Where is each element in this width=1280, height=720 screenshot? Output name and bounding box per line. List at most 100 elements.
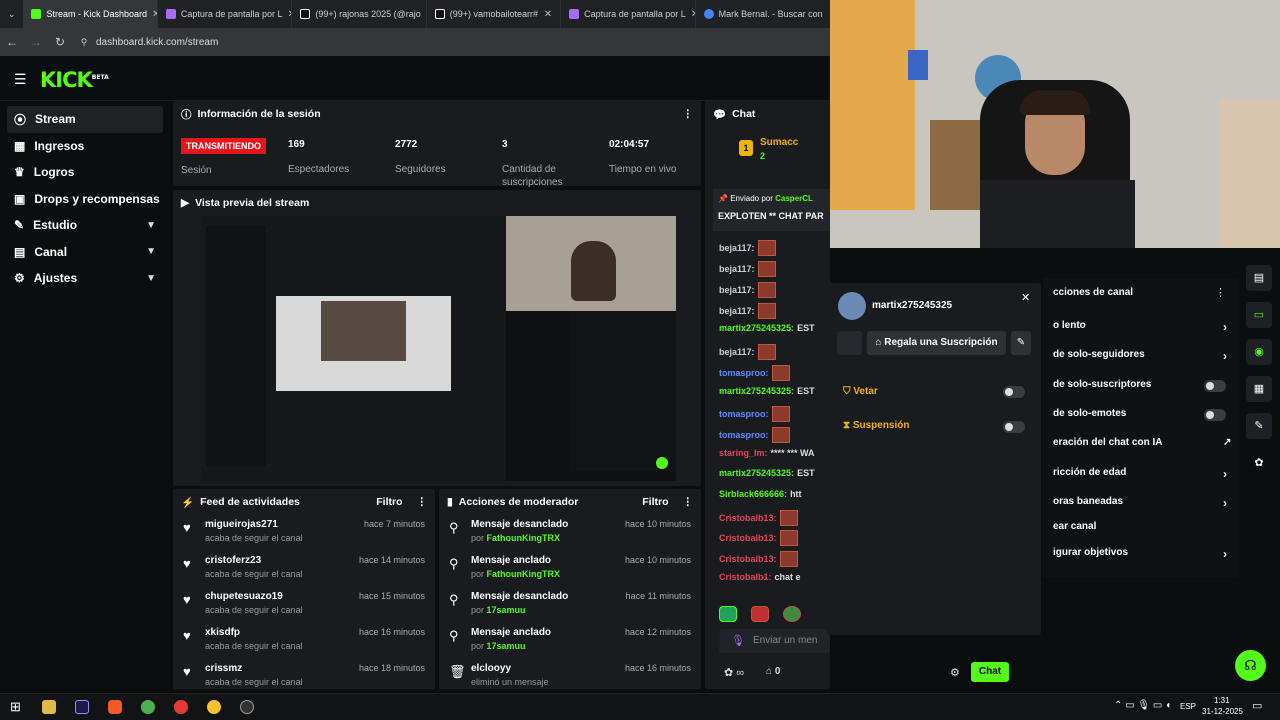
mod-setting-goals[interactable]: igurar objetivos › [1053,547,1227,561]
emote-icon[interactable] [783,606,801,622]
notification-icon[interactable]: ▭ [1252,699,1262,712]
chat-icon[interactable]: ▭ [1246,302,1272,328]
forward-icon[interactable]: → [24,35,48,49]
browser-tab[interactable]: (99+) vamobailotearr# ✕ [427,0,562,28]
more-icon[interactable]: ⋮ [1215,286,1226,299]
feed-filter-button[interactable]: Filtro [376,496,402,508]
broadcast-icon[interactable]: ◉ [1246,339,1272,365]
mod-setting-banned-words[interactable]: oras baneadas › [1053,496,1227,510]
chat-username[interactable]: tomasproo: [719,368,769,378]
chat-message[interactable]: beja117: [719,344,776,360]
language-indicator[interactable]: ESP [1180,702,1196,711]
browser-tab[interactable]: Captura de pantalla por L✕ [158,0,293,28]
chat-send-button[interactable]: Chat [971,662,1009,682]
menu-icon[interactable]: ☰ [14,71,27,88]
sidebar-item-canal[interactable]: ▤ Canal ▼ [0,239,170,266]
brave-icon[interactable] [108,700,122,714]
sidebar-item-logros[interactable]: ♛ Logros [0,159,170,186]
chat-username[interactable]: Cristobalb1: [719,572,772,582]
chat-message[interactable]: tomasproo: [719,406,790,422]
chat-message[interactable]: martix275245325: EST [719,386,815,396]
points-icon[interactable]: ✿ ∞ [724,666,744,679]
ban-toggle[interactable] [1003,386,1025,398]
edit-icon[interactable]: ✎ [1011,331,1031,355]
mod-filter-button[interactable]: Filtro [642,496,668,508]
chat-message[interactable]: beja117: [719,261,776,277]
chat-input[interactable]: 🎙 Enviar un men [719,629,830,653]
back-icon[interactable]: ← [0,35,24,49]
obs-icon[interactable] [240,700,254,714]
chat-settings-icon[interactable]: ⚙ [950,666,960,679]
chat-message[interactable]: Cristobalb1: chat e [719,572,801,582]
chat-username[interactable]: martix275245325: [719,386,794,396]
mod-setting-slow-mode[interactable]: o lento › [1053,320,1227,334]
chat-username[interactable]: beja117: [719,306,755,316]
close-icon[interactable]: ✕ [544,9,552,20]
browser-tab[interactable]: (99+) rajonas 2025 (@rajo✕ [292,0,427,28]
chrome-icon[interactable] [174,700,188,714]
chat-message[interactable]: Sirblack666666: htt [719,489,802,499]
sidebar-item-stream[interactable]: ⦿ Stream [7,106,163,133]
stream-preview-video[interactable] [201,216,676,481]
chat-message[interactable]: Cristobalb13: [719,530,798,546]
chat-username[interactable]: tomasproo: [719,409,769,419]
timeout-action[interactable]: ⧗ Suspensión [843,420,910,431]
chat-message[interactable]: beja117: [719,303,776,319]
tray-icons[interactable]: ⌃ ▭ 🎙 ▭ ◖ [1114,700,1171,711]
chat-username[interactable]: martix275245325: [719,323,794,333]
windows-start-icon[interactable]: ⊞ [10,699,21,715]
sidebar-item-drops[interactable]: ▣ Drops y recompensas [0,186,170,213]
chat-message[interactable]: martix275245325: EST [719,323,815,333]
chat-username[interactable]: beja117: [719,264,755,274]
emote-icon[interactable] [751,606,769,622]
file-explorer-icon[interactable] [42,700,56,714]
reload-icon[interactable]: ↻ [48,35,72,49]
url-field[interactable]: dashboard.kick.com/stream [96,37,218,48]
chat-message[interactable]: beja117: [719,240,776,256]
more-icon[interactable]: ⋮ [417,496,428,508]
mic-icon[interactable]: 🎙 [731,634,745,647]
ban-action[interactable]: ⛉ Vetar [843,386,878,397]
more-icon[interactable]: ⋮ [683,496,694,508]
chat-username[interactable]: Cristobalb13: [719,513,777,523]
chat-message[interactable]: tomasproo: [719,427,790,443]
chat-message[interactable]: tomasproo: [719,365,790,381]
gift-icon[interactable]: ⌂ 0 [766,666,780,677]
top-user[interactable]: Sumacc [760,137,798,148]
chat-message[interactable]: martix275245325: EST [719,468,815,478]
browser-tab[interactable]: Captura de pantalla por L✕ [561,0,696,28]
pinned-message[interactable]: 📌 Enviado por CasperCL EXPLOTEN ** CHAT … [713,189,830,231]
sidebar-item-ingresos[interactable]: ▦ Ingresos [0,133,170,160]
browser-tab[interactable]: Mark Bernal. - Buscar con [696,0,830,28]
mod-setting-subscribers-only[interactable]: de solo-suscriptores [1053,379,1151,390]
mod-setting-followers-only[interactable]: de solo-seguidores › [1053,349,1227,363]
clipboard-icon[interactable]: ▤ [1246,265,1272,291]
mod-setting-age-restriction[interactable]: ricción de edad › [1053,467,1227,481]
tab-list-icon[interactable]: ⌄ [0,9,23,20]
wrench-icon[interactable]: ✎ [1246,413,1272,439]
chat-message[interactable]: Cristobalb13: [719,551,798,567]
subscribers-only-toggle[interactable] [1204,380,1226,392]
gift-sub-button[interactable]: ⌂ Regala una Suscripción [867,331,1006,355]
chat-username[interactable]: beja117: [719,243,755,253]
chat-message[interactable]: staring_lm: **** *** WA [719,448,815,458]
emotes-only-toggle[interactable] [1204,409,1226,421]
layout-icon[interactable]: ▦ [1246,376,1272,402]
user-card-username[interactable]: martix275245325 [872,300,952,311]
close-icon[interactable]: ✕ [1021,291,1030,304]
chrome-icon[interactable] [207,700,221,714]
chat-username[interactable]: Sirblack666666: [719,489,787,499]
browser-tab[interactable]: Stream - Kick Dashboard✕ [23,0,158,28]
mod-setting-emotes-only[interactable]: de solo-emotes [1053,408,1126,419]
sidebar-item-ajustes[interactable]: ⚙ Ajustes ▼ [0,265,170,292]
timeout-toggle[interactable] [1003,421,1025,433]
more-icon[interactable]: ⋮ [683,108,694,120]
mod-setting-ai-moderation[interactable]: eración del chat con IA ↗ [1053,437,1231,448]
support-icon[interactable]: ☊ [1235,650,1266,681]
chat-message[interactable]: beja117: [719,282,776,298]
chat-username[interactable]: tomasproo: [719,430,769,440]
chat-username[interactable]: beja117: [719,285,755,295]
chat-username[interactable]: Cristobalb13: [719,554,777,564]
site-info-icon[interactable]: ⚲ [72,37,96,48]
chat-username[interactable]: martix275245325: [719,468,794,478]
